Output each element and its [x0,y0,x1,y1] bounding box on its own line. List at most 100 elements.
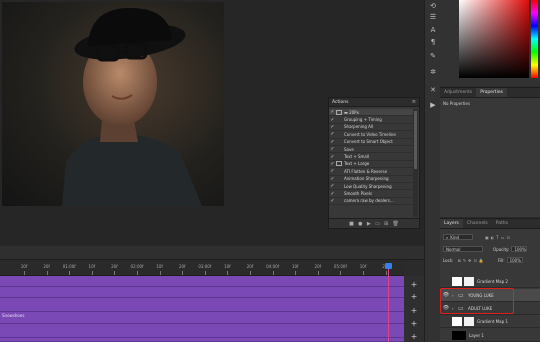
action-row[interactable]: ✓ Grouping + Timing [329,116,413,124]
action-row[interactable]: ✓ ATI Flatten & Reverse [329,168,413,176]
photo-boy-with-hat[interactable] [2,2,224,206]
layer-name: Gradient Map 2 [477,278,508,284]
add-media-button[interactable]: + [410,320,418,328]
action-row[interactable]: ✓ Save [329,146,413,154]
timeline-track[interactable] [0,338,404,342]
action-row[interactable]: ✓ Text + Small [329,153,413,161]
dialog-toggle[interactable] [336,198,342,203]
dialog-toggle[interactable] [336,191,342,196]
check-icon[interactable]: ✓ [329,198,336,204]
check-icon[interactable]: ✓ [329,124,336,130]
tick-label: 20f [43,264,50,269]
tools-icon[interactable]: ✕ [428,86,438,94]
timeline-track[interactable] [0,298,404,312]
actions-title: Actions [332,99,349,105]
add-media-button[interactable]: + [410,281,418,289]
layer-row[interactable]: Gradient Map 1 [440,315,540,328]
check-icon[interactable]: ✓ [329,168,336,174]
layer-row[interactable]: Gradient Map 2 [440,275,540,288]
check-icon[interactable]: ✓ [329,154,336,160]
hue-slider[interactable] [531,0,538,78]
fill-field[interactable]: 100% [506,257,523,263]
action-name: Smooth Pixels [344,191,373,197]
add-media-button[interactable]: + [410,307,418,315]
panel-menu-icon[interactable]: ≡ [412,99,416,105]
layer-name: Layer 1 [469,332,484,338]
blend-mode-select[interactable]: Normal [443,246,483,252]
check-icon[interactable]: ✓ [329,176,336,182]
play-icon[interactable]: ▶ [428,101,438,109]
check-icon[interactable]: ✓ [329,161,336,167]
tab-paths[interactable]: Paths [492,219,512,228]
action-row[interactable]: ✓ Text + Large [329,161,413,169]
tick-label: 10f [359,264,367,269]
timeline-ruler[interactable]: 10f 20f 01:00f 10f 20f 02:00f 10f 20f 03:00f 10f 2… [0,260,404,276]
action-row[interactable]: ✓ Convert to Smart Object [329,139,413,146]
play-action-icon[interactable]: ▶ [367,221,371,227]
dialog-toggle[interactable] [336,154,342,159]
playhead-handle[interactable] [385,263,392,269]
check-icon[interactable]: ✓ [329,146,336,152]
tick-mark [46,271,48,275]
action-row[interactable]: ✓ Smooth Pixels [329,190,413,198]
dialog-toggle[interactable] [336,169,342,174]
filter-kind-label: Kind [450,234,460,240]
dialog-toggle[interactable] [336,161,342,167]
paragraph-icon[interactable]: ¶ [428,38,438,46]
action-row[interactable]: ✓ Animation Sharpening [329,176,413,183]
actions-panel: Actions ≡ ✓ ▬ 20Px ✓ Grouping + Timing ✓ Shar… [328,97,420,229]
dialog-toggle[interactable] [336,139,342,144]
new-action-icon[interactable]: ⊞ [384,221,388,227]
dialog-toggle[interactable] [336,132,342,137]
dialog-toggle[interactable] [336,147,342,152]
check-icon[interactable]: ✓ [329,117,336,123]
lock-label: Lock: [443,257,454,263]
action-row[interactable]: ✓ camera raw by dealers... [329,198,413,206]
delete-icon[interactable]: 🗑 [392,221,398,227]
lock-icons[interactable]: ⊠✎✥⊡🔒 [457,258,485,263]
layer-filter-kind[interactable]: ⌕ Kind [443,234,473,240]
opacity-field[interactable]: 100% [511,246,528,252]
add-media-button[interactable]: + [410,333,418,341]
record-icon[interactable]: ● [358,221,362,227]
dialog-toggle[interactable] [336,117,342,122]
tab-channels[interactable]: Channels [463,219,492,228]
action-row[interactable]: ✓ Convert to Video Timeline [329,131,413,139]
action-set-row[interactable]: ✓ ▬ 20Px [329,109,413,117]
check-icon[interactable]: ✓ [329,139,336,145]
color-field[interactable] [459,0,529,78]
track-label: Snowshoes [2,313,25,318]
tick-label: 20f [314,264,322,269]
timeline-track[interactable]: Snowshoes [0,312,404,324]
timeline-track[interactable] [0,287,404,298]
check-icon[interactable]: ✓ [329,183,336,189]
filter-icons[interactable]: ▣◐T▭⊡ [485,235,512,240]
check-icon[interactable]: ✓ [329,109,336,115]
dialog-toggle[interactable] [336,124,342,129]
tab-layers[interactable]: Layers [440,219,463,228]
timeline-track[interactable] [0,276,404,287]
layer-row[interactable]: Layer 1 [440,329,540,342]
check-icon[interactable]: ✓ [329,191,336,197]
add-media-button[interactable]: + [410,293,418,301]
timeline-track[interactable] [0,324,404,338]
tab-adjustments[interactable]: Adjustments [440,88,476,97]
brush-icon[interactable]: ✎ [428,52,438,60]
dialog-toggle[interactable] [336,176,342,181]
stop-icon[interactable]: ■ [349,221,354,227]
history-icon[interactable]: ⟲ [428,2,438,10]
new-set-icon[interactable]: ▭ [375,221,380,227]
dialog-toggle[interactable] [336,109,342,115]
actions-scrollbar[interactable] [413,109,418,217]
properties-panel: Adjustments Properties No Properties [440,87,540,217]
action-row[interactable]: ✓ Low Quality Sharpening [329,183,413,191]
adjust-icon[interactable]: ☰ [428,13,438,21]
dialog-toggle[interactable] [336,184,342,189]
clone-source-icon[interactable]: ✲ [428,68,438,76]
action-name: Grouping + Timing [344,117,382,123]
check-icon[interactable]: ✓ [329,131,336,137]
tick-mark [340,271,342,275]
character-icon[interactable]: A [428,26,438,34]
tab-properties[interactable]: Properties [476,88,507,97]
action-row[interactable]: ✓ Sharpening All [329,124,413,132]
